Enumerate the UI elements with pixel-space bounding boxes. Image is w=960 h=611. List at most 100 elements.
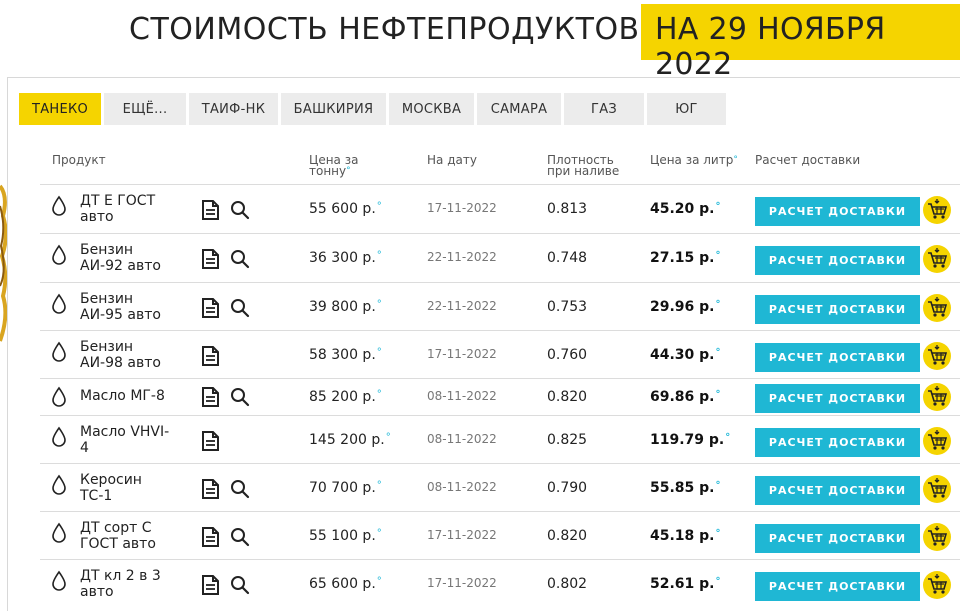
cart-icon[interactable] <box>922 522 952 552</box>
price-per-liter-value: 69.86 р. <box>650 389 715 405</box>
table-row: Масло МГ-8 85 200 р.° 08-11-2022 0.820 69.86… <box>40 378 960 415</box>
cart-icon[interactable] <box>922 426 952 456</box>
product-name-line2: АИ-98 авто <box>80 355 161 371</box>
info-marker: ° <box>346 166 351 176</box>
info-marker: ° <box>376 389 382 400</box>
cart-icon[interactable] <box>922 570 952 600</box>
document-icon[interactable] <box>200 478 220 500</box>
price-date: 17-11-2022 <box>427 201 497 215</box>
cart-icon[interactable] <box>922 341 952 371</box>
document-icon[interactable] <box>200 248 220 270</box>
search-icon[interactable] <box>230 386 250 408</box>
document-icon[interactable] <box>200 574 220 596</box>
info-marker: ° <box>715 299 721 310</box>
info-marker: ° <box>376 299 382 310</box>
document-icon[interactable] <box>200 526 220 548</box>
price-date: 17-11-2022 <box>427 576 497 590</box>
product-name[interactable]: ДТ сорт С ГОСТ авто <box>80 520 185 552</box>
column-header-price-liter: Цена за литр° <box>650 153 738 167</box>
price-per-liter-value: 45.20 р. <box>650 201 715 217</box>
tab-more[interactable]: ЕЩЁ... <box>104 93 186 125</box>
column-header-price-ton: Цена за тонну° <box>309 154 358 177</box>
tab-yug[interactable]: ЮГ <box>647 93 726 125</box>
column-header-delivery: Расчет доставки <box>755 153 861 167</box>
table-row: Масло VHVI- 4 145 200 р.° 08-11-2022 0.825 11… <box>40 415 960 463</box>
search-icon[interactable] <box>230 478 250 500</box>
search-icon[interactable] <box>230 199 250 221</box>
document-icon[interactable] <box>200 430 220 452</box>
delivery-calc-button[interactable]: РАСЧЕТ ДОСТАВКИ <box>755 343 920 372</box>
info-marker: ° <box>715 250 721 261</box>
price-per-liter: 44.30 р.° <box>650 347 721 363</box>
search-icon[interactable] <box>230 574 250 596</box>
product-name[interactable]: Масло МГ-8 <box>80 388 185 404</box>
fuel-drop-icon <box>50 570 68 592</box>
cart-icon[interactable] <box>922 293 952 323</box>
density-value: 0.748 <box>547 250 588 266</box>
document-icon[interactable] <box>200 199 220 221</box>
delivery-calc-button[interactable]: РАСЧЕТ ДОСТАВКИ <box>755 428 920 457</box>
cart-icon[interactable] <box>922 195 952 225</box>
column-header-date: На дату <box>427 153 477 167</box>
product-name[interactable]: Бензин АИ-98 авто <box>80 339 185 371</box>
search-icon[interactable] <box>230 297 250 319</box>
price-date: 08-11-2022 <box>427 432 497 446</box>
delivery-calc-button[interactable]: РАСЧЕТ ДОСТАВКИ <box>755 197 920 226</box>
date-badge: НА 29 НОЯБРЯ 2022 <box>641 4 960 82</box>
delivery-calc-button[interactable]: РАСЧЕТ ДОСТАВКИ <box>755 295 920 324</box>
product-name-line1: ДТ сорт С <box>80 520 152 536</box>
delivery-calc-button[interactable]: РАСЧЕТ ДОСТАВКИ <box>755 572 920 601</box>
product-name-line1: Бензин <box>80 291 134 307</box>
product-name-line2: АИ-95 авто <box>80 307 161 323</box>
fuel-drop-icon <box>50 293 68 315</box>
product-name-line1: Керосин <box>80 472 142 488</box>
delivery-calc-button[interactable]: РАСЧЕТ ДОСТАВКИ <box>755 246 920 275</box>
product-name-line2: 4 <box>80 440 89 456</box>
tab-moskva[interactable]: МОСКВА <box>389 93 474 125</box>
price-per-liter: 27.15 р.° <box>650 250 721 266</box>
product-name[interactable]: Керосин ТС-1 <box>80 472 185 504</box>
price-date: 22-11-2022 <box>427 299 497 313</box>
document-icon[interactable] <box>200 297 220 319</box>
search-icon[interactable] <box>230 248 250 270</box>
table-row: ДТ сорт С ГОСТ авто 55 100 р.° 17-11-2022 0.… <box>40 511 960 559</box>
column-header-price-liter-label: Цена за литр <box>650 153 734 167</box>
density-value: 0.790 <box>547 480 588 496</box>
price-per-liter: 52.61 р.° <box>650 576 721 592</box>
cart-icon[interactable] <box>922 474 952 504</box>
price-per-ton: 55 600 р.° <box>309 201 382 217</box>
delivery-calc-button[interactable]: РАСЧЕТ ДОСТАВКИ <box>755 476 920 505</box>
price-per-liter-value: 44.30 р. <box>650 347 715 363</box>
delivery-calc-button[interactable]: РАСЧЕТ ДОСТАВКИ <box>755 524 920 553</box>
fuel-drop-icon <box>50 386 68 408</box>
tab-samara[interactable]: САМАРА <box>477 93 561 125</box>
product-name-line1: Масло VHVI- <box>80 424 170 440</box>
tab-taif-nk[interactable]: ТАИФ-НК <box>189 93 278 125</box>
product-name[interactable]: Бензин АИ-92 авто <box>80 242 185 274</box>
product-name[interactable]: ДТ Е ГОСТ авто <box>80 193 185 225</box>
product-name[interactable]: Бензин АИ-95 авто <box>80 291 185 323</box>
product-name[interactable]: Масло VHVI- 4 <box>80 424 185 456</box>
search-icon[interactable] <box>230 526 250 548</box>
price-date: 08-11-2022 <box>427 480 497 494</box>
cart-icon[interactable] <box>922 244 952 274</box>
price-per-ton-value: 55 600 р. <box>309 201 376 217</box>
price-per-ton: 36 300 р.° <box>309 250 382 266</box>
document-icon[interactable] <box>200 345 220 367</box>
price-per-liter-value: 52.61 р. <box>650 576 715 592</box>
tab-taneko[interactable]: ТАНЕКО <box>19 93 101 125</box>
tab-gaz[interactable]: ГАЗ <box>564 93 644 125</box>
price-per-liter: 45.18 р.° <box>650 528 721 544</box>
price-per-liter-value: 119.79 р. <box>650 432 725 448</box>
info-marker: ° <box>376 250 382 261</box>
document-icon[interactable] <box>200 386 220 408</box>
info-marker: ° <box>715 528 721 539</box>
cart-icon[interactable] <box>922 382 952 412</box>
product-name[interactable]: ДТ кл 2 в 3 авто <box>80 568 185 600</box>
tab-bashkiria[interactable]: БАШКИРИЯ <box>281 93 386 125</box>
price-per-ton: 55 100 р.° <box>309 528 382 544</box>
product-name-line1: Бензин <box>80 339 134 355</box>
fuel-drop-icon <box>50 474 68 496</box>
price-per-ton-value: 55 100 р. <box>309 528 376 544</box>
delivery-calc-button[interactable]: РАСЧЕТ ДОСТАВКИ <box>755 384 920 413</box>
